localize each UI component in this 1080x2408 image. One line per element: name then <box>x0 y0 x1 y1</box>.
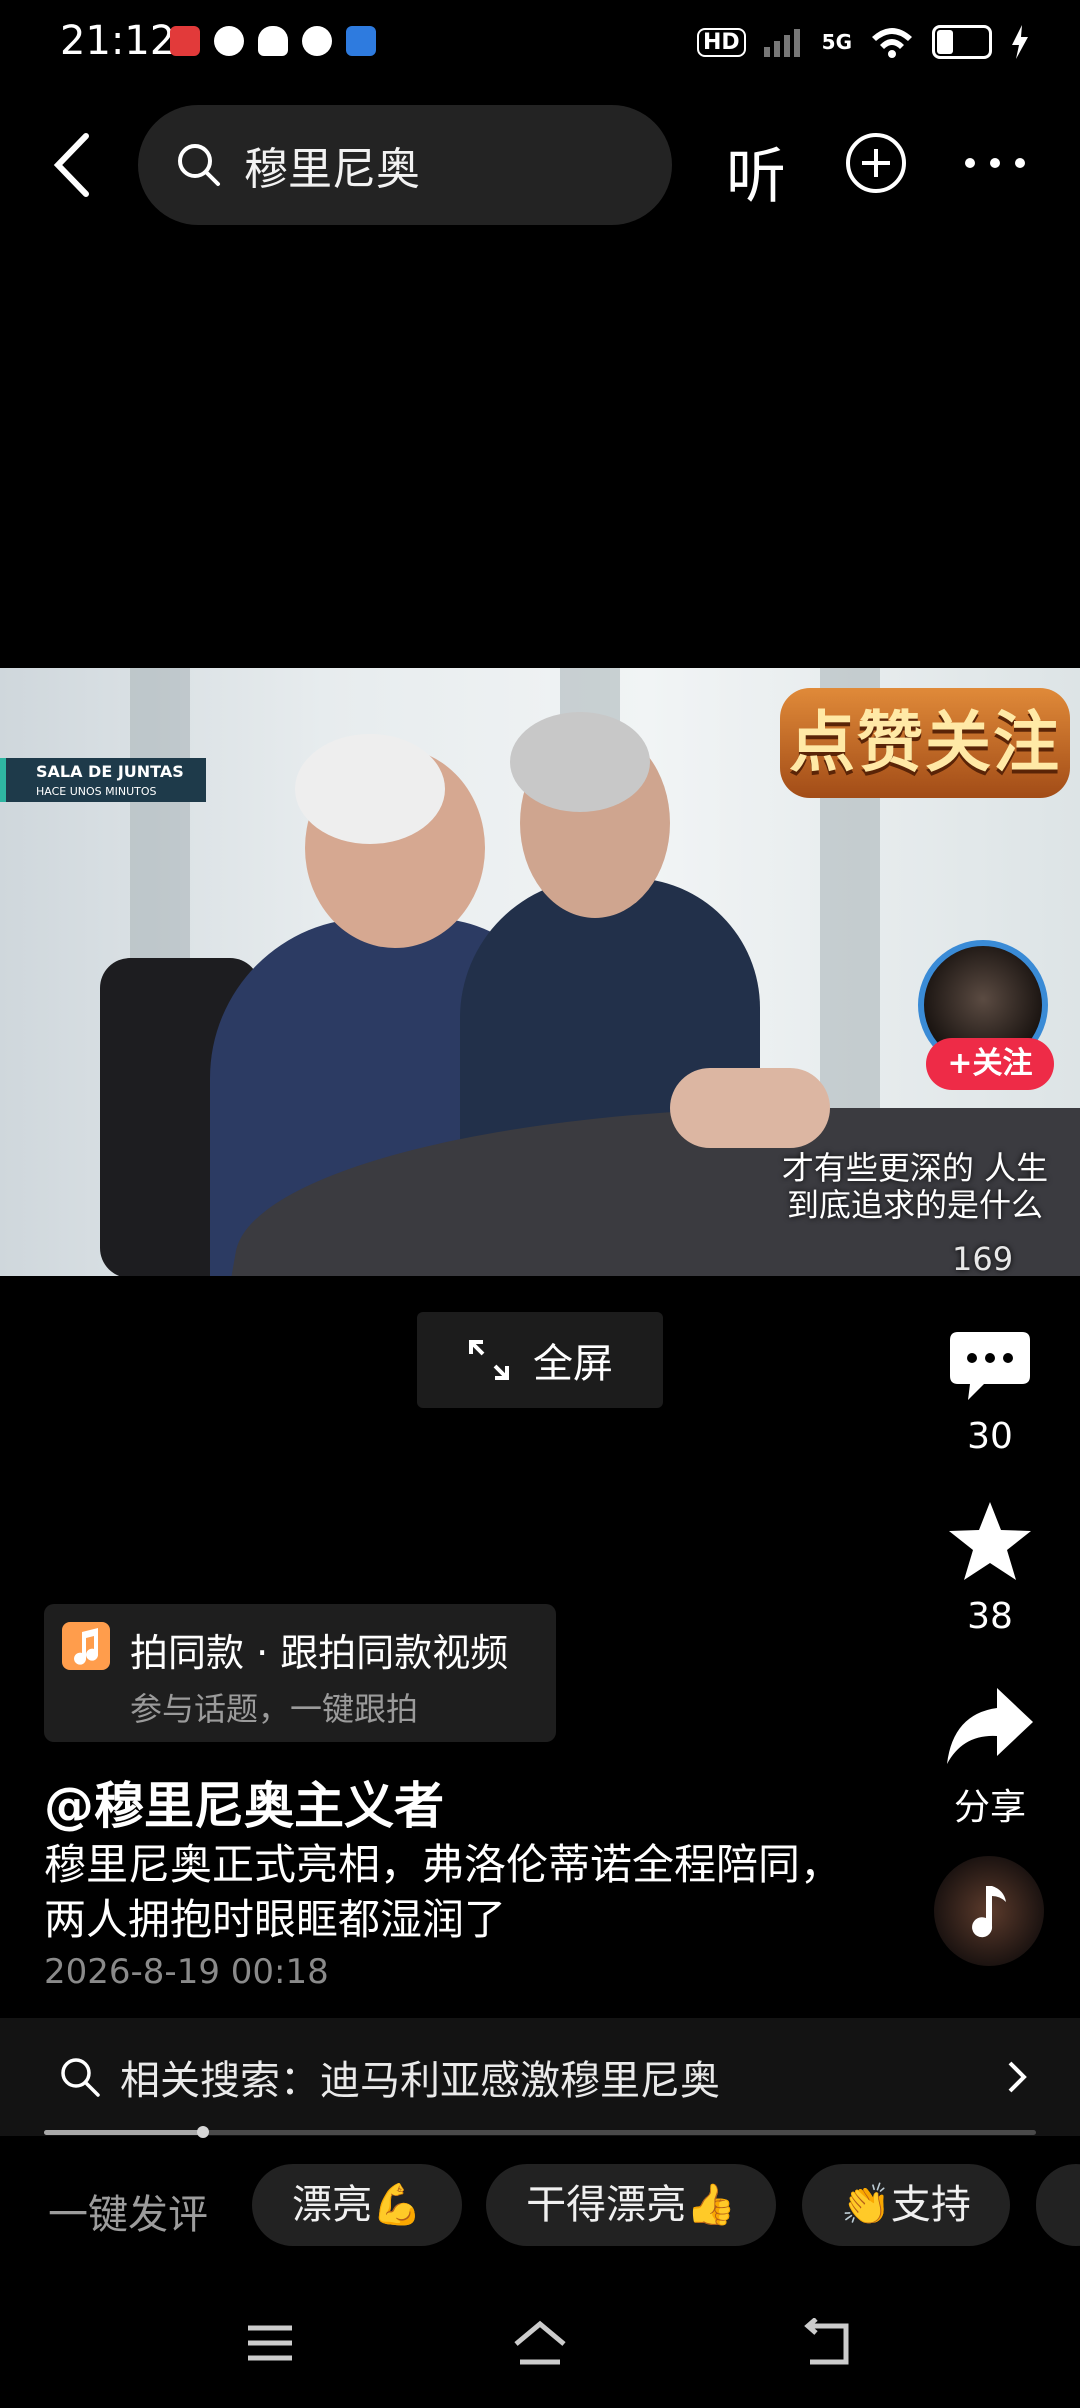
post-description: 穆里尼奥正式亮相，弗洛伦蒂诺全程陪同，两人拥抱时眼眶都湿润了 <box>44 1840 843 1944</box>
promo-sticker: 点赞关注 <box>780 688 1070 798</box>
wifi-icon <box>872 28 912 58</box>
link-app-icon <box>302 26 332 56</box>
chevron-right-icon <box>1008 2061 1027 2093</box>
quick-comment-chip[interactable]: 干得漂亮👍 <box>486 2164 776 2246</box>
battery-icon <box>932 25 992 59</box>
fullscreen-label: 全屏 <box>533 1341 613 1387</box>
related-search-bar[interactable]: 相关搜索：迪马利亚感激穆里尼奥 <box>0 2018 1080 2136</box>
search-box[interactable]: 穆里尼奥 <box>138 105 672 225</box>
menu-icon[interactable] <box>240 2318 300 2368</box>
post-date: 2026-8-19 00:18 <box>44 1952 329 1992</box>
back-chevron-icon[interactable] <box>48 130 98 200</box>
network-type: 5G <box>821 30 852 54</box>
add-circle-icon[interactable] <box>845 132 907 194</box>
more-icon[interactable] <box>964 155 1026 171</box>
share-label: 分享 <box>953 1787 1026 1828</box>
tv-sign: SALA DE JUNTAS HACE UNOS MINUTOS <box>0 758 206 802</box>
quick-comment-chip[interactable]: 漂亮💪 <box>252 2164 462 2246</box>
person-right-hair <box>510 712 650 812</box>
tv-sign-subtitle: HACE UNOS MINUTOS <box>36 785 157 798</box>
comment-button[interactable]: 30 <box>940 1330 1040 1457</box>
comment-count: 30 <box>967 1416 1013 1457</box>
status-time: 21:12 <box>60 18 176 64</box>
shoot-same-title: 拍同款 · 跟拍同款视频 <box>130 1631 509 1675</box>
hd-voice-badge: HD <box>696 27 746 57</box>
tv-sign-title: SALA DE JUNTAS <box>36 762 184 781</box>
signal-icon-1 <box>763 29 800 57</box>
expand-icon <box>469 1340 509 1380</box>
search-icon <box>61 2058 100 2097</box>
share-button[interactable]: 分享 <box>940 1686 1040 1830</box>
star-icon <box>949 1502 1031 1580</box>
app-notification-icon <box>170 26 200 56</box>
status-indicators: HD 5G <box>696 22 1030 62</box>
charging-icon <box>1012 25 1028 59</box>
fullscreen-button[interactable]: 全屏 <box>417 1312 663 1408</box>
search-query: 穆里尼奥 <box>244 144 420 195</box>
person-left-hair <box>295 734 445 844</box>
video-progress-handle[interactable] <box>196 2126 209 2138</box>
comment-icon <box>950 1332 1030 1400</box>
quick-comment-chip-partial[interactable] <box>1036 2164 1080 2246</box>
video-progress-fill <box>44 2130 203 2135</box>
follow-button[interactable]: +关注 <box>926 1038 1054 1090</box>
favorite-button[interactable]: 38 <box>940 1500 1040 1637</box>
alipay-icon <box>346 26 376 56</box>
video-caption: 才有些更深的 人生到底追求的是什么 <box>781 1149 1049 1224</box>
like-count: 169 <box>952 1240 1014 1278</box>
search-icon <box>178 144 220 186</box>
listen-button[interactable]: 听 <box>726 128 786 215</box>
cloud-icon <box>258 26 288 56</box>
shoot-same-card[interactable]: 拍同款 · 跟拍同款视频 参与话题，一键跟拍 <box>44 1604 556 1742</box>
share-icon <box>947 1688 1033 1764</box>
home-icon[interactable] <box>510 2318 570 2368</box>
clasped-hands <box>670 1068 830 1148</box>
shoot-same-subtitle: 参与话题，一键跟拍 <box>130 1690 419 1728</box>
back-nav-icon[interactable] <box>796 2318 856 2368</box>
author-handle[interactable]: @穆里尼奥主义者 <box>44 1766 444 1838</box>
favorite-count: 38 <box>967 1596 1013 1637</box>
music-disc[interactable] <box>934 1856 1044 1966</box>
music-app-icon <box>62 1622 110 1670</box>
quick-comment-chip[interactable]: 👏支持 <box>802 2164 1010 2246</box>
related-search-label: 相关搜索：迪马利亚感激穆里尼奥 <box>120 2058 720 2104</box>
music-note-icon <box>972 1886 1006 1938</box>
wechat-icon <box>214 26 244 56</box>
quick-comment-label: 一键发评 <box>48 2192 208 2238</box>
